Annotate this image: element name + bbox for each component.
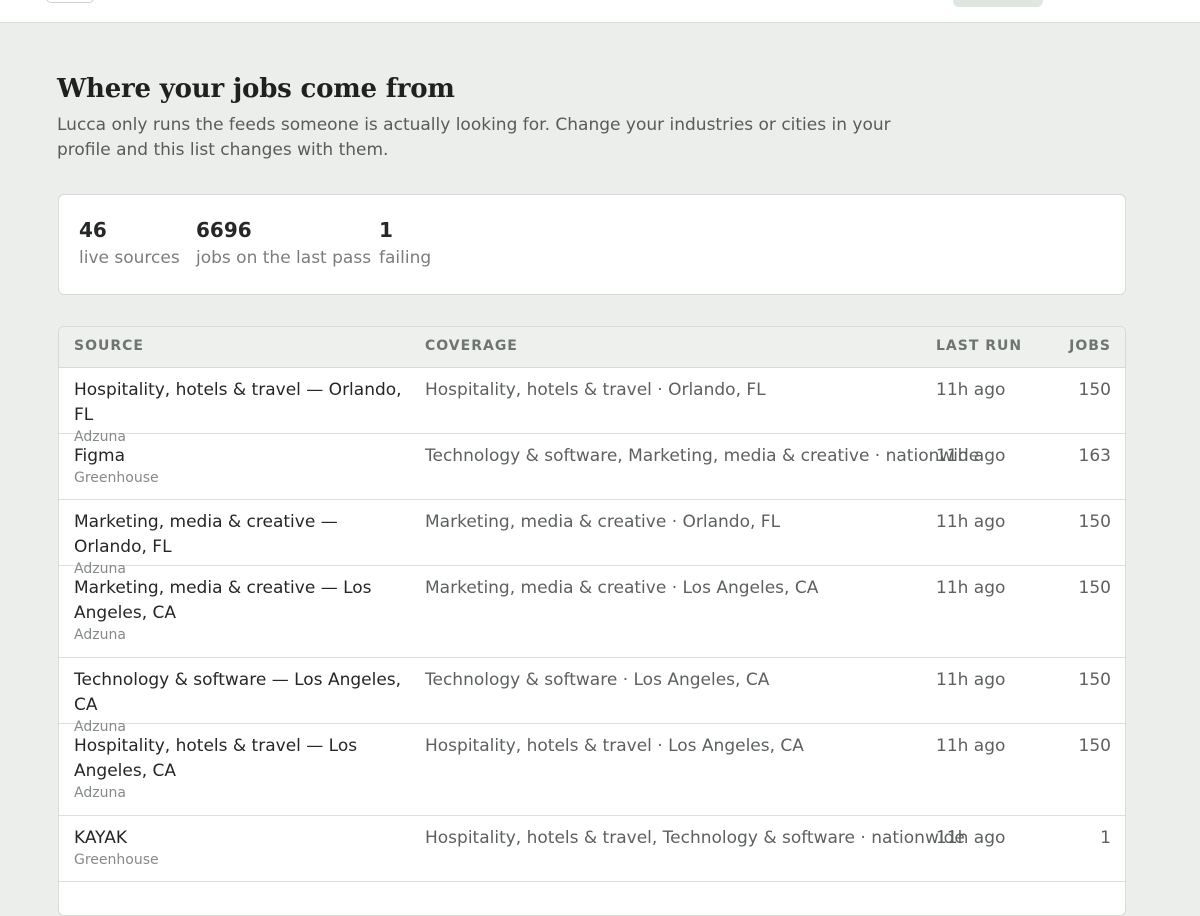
table-row[interactable]: Figma Greenhouse Technology & software, … bbox=[59, 434, 1125, 500]
jobs-cell: 150 bbox=[1078, 380, 1111, 400]
jobs-cell: 150 bbox=[1078, 670, 1111, 690]
jobs-cell: 1 bbox=[1100, 828, 1111, 848]
table-body: Hospitality, hotels & travel — Orlando, … bbox=[59, 368, 1125, 882]
page-title: Where your jobs come from bbox=[57, 74, 455, 104]
stat-label: live sources bbox=[79, 248, 180, 268]
table-row[interactable]: Marketing, media & creative — Los Angele… bbox=[59, 566, 1125, 658]
source-provider: Greenhouse bbox=[74, 852, 159, 868]
jobs-cell: 150 bbox=[1078, 512, 1111, 532]
last-run-cell: 11h ago bbox=[936, 446, 1006, 466]
source-provider: Adzuna bbox=[74, 785, 126, 801]
source-name: Hospitality, hotels & travel — Los Angel… bbox=[74, 736, 358, 781]
stat-label: jobs on the last pass bbox=[196, 248, 372, 268]
source-cell: Hospitality, hotels & travel — Los Angel… bbox=[74, 734, 404, 802]
column-header-coverage[interactable]: COVERAGE bbox=[425, 338, 518, 354]
column-header-jobs[interactable]: JOBS bbox=[1069, 338, 1111, 354]
source-name: KAYAK bbox=[74, 828, 128, 848]
source-provider: Adzuna bbox=[74, 627, 126, 643]
page-intro: Lucca only runs the feeds someone is act… bbox=[57, 115, 891, 160]
coverage-cell: Marketing, media & creative · Los Angele… bbox=[425, 578, 819, 598]
table-row[interactable]: KAYAK Greenhouse Hospitality, hotels & t… bbox=[59, 816, 1125, 882]
source-cell: Marketing, media & creative — Los Angele… bbox=[74, 576, 404, 644]
stat-failing: 1 failing bbox=[379, 217, 431, 269]
nav-pill-button[interactable] bbox=[953, 0, 1043, 7]
last-run-cell: 11h ago bbox=[936, 736, 1006, 756]
column-header-source[interactable]: SOURCE bbox=[74, 338, 144, 354]
source-cell: Figma Greenhouse bbox=[74, 444, 404, 487]
stat-live-sources: 46 live sources bbox=[79, 217, 180, 269]
table-row[interactable]: Marketing, media & creative — Orlando, F… bbox=[59, 500, 1125, 577]
source-name: Marketing, media & creative — Orlando, F… bbox=[74, 512, 338, 557]
last-run-cell: 11h ago bbox=[936, 380, 1006, 400]
coverage-cell: Hospitality, hotels & travel · Orlando, … bbox=[425, 380, 766, 400]
last-run-cell: 11h ago bbox=[936, 670, 1006, 690]
last-run-cell: 11h ago bbox=[936, 512, 1006, 532]
jobs-cell: 150 bbox=[1078, 736, 1111, 756]
source-provider: Greenhouse bbox=[74, 470, 159, 486]
table-header: SOURCE COVERAGE LAST RUN JOBS bbox=[59, 327, 1125, 368]
source-name: Hospitality, hotels & travel — Orlando, … bbox=[74, 380, 402, 425]
last-run-cell: 11h ago bbox=[936, 828, 1006, 848]
nav-button[interactable] bbox=[46, 0, 94, 3]
source-name: Technology & software — Los Angeles, CA bbox=[74, 670, 402, 715]
stat-label: failing bbox=[379, 248, 432, 268]
jobs-cell: 150 bbox=[1078, 578, 1111, 598]
stats-summary-card: 46 live sources 6696 jobs on the last pa… bbox=[58, 194, 1126, 295]
table-row[interactable]: Hospitality, hotels & travel — Los Angel… bbox=[59, 724, 1125, 816]
stat-value: 6696 bbox=[196, 218, 252, 242]
stat-value: 46 bbox=[79, 218, 107, 242]
source-name: Marketing, media & creative — Los Angele… bbox=[74, 578, 372, 623]
coverage-cell: Technology & software · Los Angeles, CA bbox=[425, 670, 770, 690]
table-row[interactable]: Hospitality, hotels & travel — Orlando, … bbox=[59, 368, 1125, 445]
table-row[interactable]: Technology & software — Los Angeles, CA … bbox=[59, 658, 1125, 735]
jobs-cell: 163 bbox=[1078, 446, 1111, 466]
last-run-cell: 11h ago bbox=[936, 578, 1006, 598]
top-nav-bar bbox=[0, 0, 1200, 23]
source-cell: KAYAK Greenhouse bbox=[74, 826, 404, 869]
source-name: Figma bbox=[74, 446, 126, 466]
coverage-cell: Hospitality, hotels & travel, Technology… bbox=[425, 828, 965, 848]
stat-value: 1 bbox=[379, 218, 393, 242]
coverage-cell: Hospitality, hotels & travel · Los Angel… bbox=[425, 736, 804, 756]
sources-table: SOURCE COVERAGE LAST RUN JOBS Hospitalit… bbox=[58, 326, 1126, 916]
coverage-cell: Technology & software, Marketing, media … bbox=[425, 446, 980, 466]
column-header-last-run[interactable]: LAST RUN bbox=[936, 338, 1022, 354]
stat-jobs-last-pass: 6696 jobs on the last pass bbox=[196, 217, 371, 269]
coverage-cell: Marketing, media & creative · Orlando, F… bbox=[425, 512, 781, 532]
